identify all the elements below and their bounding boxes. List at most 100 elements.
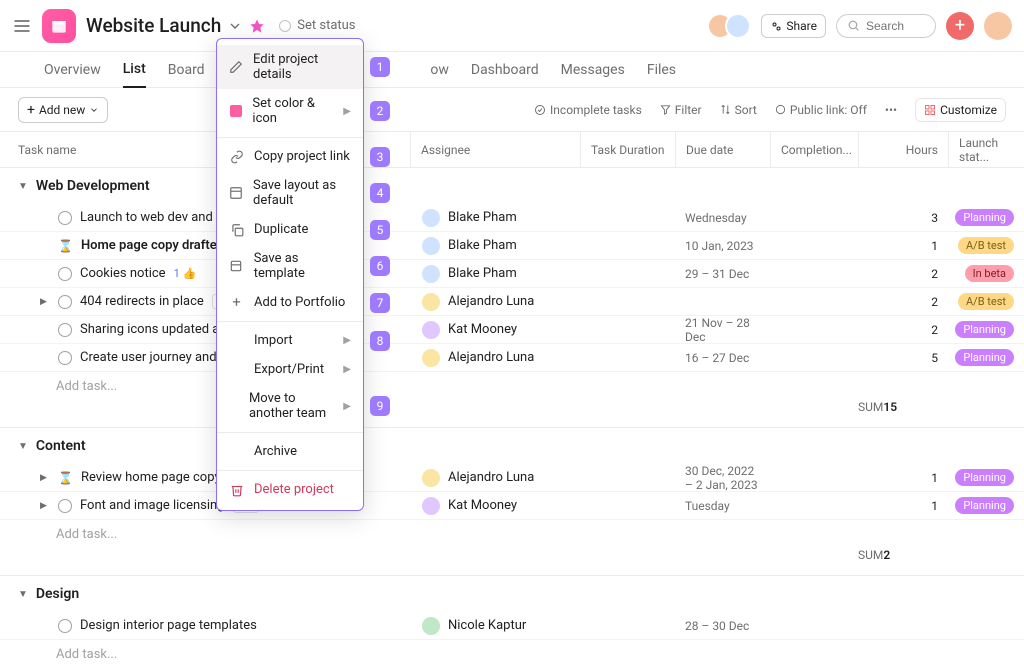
dropdown-item[interactable]: Archive [217, 437, 363, 466]
template-icon [229, 259, 244, 273]
assignee-name: Kat Mooney [448, 322, 517, 337]
dropdown-item[interactable]: + Add to Portfolio 7 [217, 288, 363, 317]
dropdown-item[interactable]: Delete project [217, 475, 363, 504]
hourglass-icon: ⌛ [58, 239, 73, 253]
col-assignee[interactable]: Assignee [421, 143, 470, 157]
tab-files[interactable]: Files [647, 52, 676, 88]
set-status-button[interactable]: Set status [279, 18, 355, 33]
status-pill[interactable]: A/B test [958, 237, 1014, 254]
project-title: Website Launch [86, 14, 221, 37]
dropdown-item[interactable]: Duplicate 5 [217, 215, 363, 244]
dropdown-item[interactable]: Export/Print ▶ [217, 355, 363, 384]
tab-overview[interactable]: Overview [44, 52, 101, 88]
chevron-right-icon: ▶ [343, 106, 351, 117]
task-name: 404 redirects in place [80, 294, 204, 309]
complete-check-icon[interactable] [58, 323, 72, 337]
col-status[interactable]: Launch stat... [959, 136, 1014, 164]
task-row[interactable]: Create user journey and intera Alejandro… [0, 344, 1024, 372]
dropdown-item[interactable]: Copy project link 3 [217, 142, 363, 171]
status-pill[interactable]: Planning [955, 469, 1014, 486]
task-row[interactable]: ⌛Home page copy drafted Blake Pham 10 Ja… [0, 232, 1024, 260]
dropdown-item[interactable]: Save layout as default 4 [217, 171, 363, 215]
dropdown-item-label: Edit project details [253, 52, 351, 82]
assignee-name: Nicole Kaptur [448, 618, 526, 633]
col-duration[interactable]: Task Duration [591, 143, 664, 157]
complete-check-icon[interactable] [58, 295, 72, 309]
star-icon[interactable] [249, 18, 265, 34]
task-row[interactable]: Design interior page templates Nicole Ka… [0, 612, 1024, 640]
dropdown-item[interactable]: Save as template 6 [217, 244, 363, 288]
me-avatar[interactable] [984, 12, 1012, 40]
dropdown-item[interactable]: Edit project details 1 [217, 45, 363, 89]
share-button[interactable]: Share [761, 14, 826, 38]
incomplete-filter[interactable]: Incomplete tasks [534, 103, 642, 117]
status-pill[interactable]: Planning [955, 209, 1014, 226]
customize-button[interactable]: Customize [915, 98, 1006, 122]
task-row[interactable]: Cookies notice1 👍 Blake Pham 29 – 31 Dec… [0, 260, 1024, 288]
copy-icon [229, 223, 244, 237]
col-due[interactable]: Due date [686, 143, 733, 157]
col-task-name[interactable]: Task name [18, 143, 76, 157]
global-add-button[interactable]: + [946, 12, 974, 40]
add-task-button[interactable]: Add task... [0, 372, 1024, 400]
dropdown-item-label: Save as template [254, 251, 351, 281]
col-hours[interactable]: Hours [906, 143, 938, 157]
complete-check-icon[interactable] [58, 267, 72, 281]
set-status-label: Set status [297, 18, 355, 33]
section-header[interactable]: ▼Web Development [0, 168, 1024, 204]
complete-check-icon[interactable] [58, 211, 72, 225]
due-date: 29 – 31 Dec [685, 267, 749, 281]
task-row[interactable]: ▶⌛Review home page copy1 ⌄ Alejandro Lun… [0, 464, 1024, 492]
status-pill[interactable]: Planning [955, 349, 1014, 366]
col-completion[interactable]: Completion... [781, 143, 852, 157]
dropdown-item[interactable]: Import ▶ 8 [217, 326, 363, 355]
dropdown-item[interactable]: Set color & icon ▶ 2 [217, 89, 363, 133]
section-header[interactable]: ▼Design [0, 576, 1024, 612]
search-box[interactable] [836, 14, 936, 38]
like-badge: 1 👍 [174, 267, 197, 280]
status-pill[interactable]: In beta [965, 265, 1014, 282]
task-row[interactable]: Sharing icons updated and wo Kat Mooney … [0, 316, 1024, 344]
sort-button[interactable]: Sort [720, 103, 757, 117]
status-pill[interactable]: Planning [955, 497, 1014, 514]
tab-dashboard[interactable]: Dashboard [471, 52, 539, 88]
tab-messages[interactable]: Messages [561, 52, 625, 88]
section-header[interactable]: ▼Content [0, 428, 1024, 464]
task-row[interactable]: ▶Font and image licensing1 ⌄ Kat Mooney … [0, 492, 1024, 520]
project-menu-chevron[interactable] [227, 18, 243, 34]
add-new-button[interactable]: + Add new [18, 97, 108, 123]
assignee-avatar [420, 235, 442, 257]
dropdown-item-label: Save layout as default [253, 178, 351, 208]
dropdown-item-label: Move to another team [249, 391, 333, 421]
add-task-button[interactable]: Add task... [0, 520, 1024, 548]
menu-icon[interactable] [12, 16, 32, 36]
tab-list[interactable]: List [123, 52, 146, 88]
task-list-body: ▼Web Development Launch to web dev and m… [0, 168, 1024, 668]
expand-icon[interactable]: ▶ [40, 501, 50, 511]
status-pill[interactable]: Planning [955, 321, 1014, 338]
complete-check-icon[interactable] [58, 619, 72, 633]
expand-icon[interactable]: ▶ [40, 473, 50, 483]
hourglass-icon: ⌛ [58, 471, 73, 485]
task-row[interactable]: Launch to web dev and mkg te Blake Pham … [0, 204, 1024, 232]
search-input[interactable] [866, 19, 921, 33]
public-link-button[interactable]: Public link: Off [775, 103, 867, 117]
sum-value: 15 [883, 400, 897, 414]
task-row[interactable]: ▶404 redirects in place2 ⌄ Alejandro Lun… [0, 288, 1024, 316]
step-number: 9 [370, 396, 390, 416]
list-toolbar: + Add new Incomplete tasks Filter Sort P… [0, 88, 1024, 132]
due-date: 21 Nov – 28 Dec [685, 316, 760, 344]
task-name: Font and image licensing [80, 498, 225, 513]
expand-icon[interactable]: ▶ [40, 297, 50, 307]
add-task-button[interactable]: Add task... [0, 640, 1024, 668]
status-pill[interactable]: A/B test [958, 293, 1014, 310]
sum-value: 2 [883, 548, 890, 562]
step-number: 6 [370, 256, 390, 276]
dropdown-item[interactable]: Move to another team ▶ 9 [217, 384, 363, 428]
more-icon[interactable]: ••• [885, 103, 897, 117]
filter-button[interactable]: Filter [660, 103, 702, 117]
tab-board[interactable]: Board [168, 52, 205, 88]
complete-check-icon[interactable] [58, 499, 72, 513]
member-avatars[interactable] [707, 13, 751, 39]
complete-check-icon[interactable] [58, 351, 72, 365]
